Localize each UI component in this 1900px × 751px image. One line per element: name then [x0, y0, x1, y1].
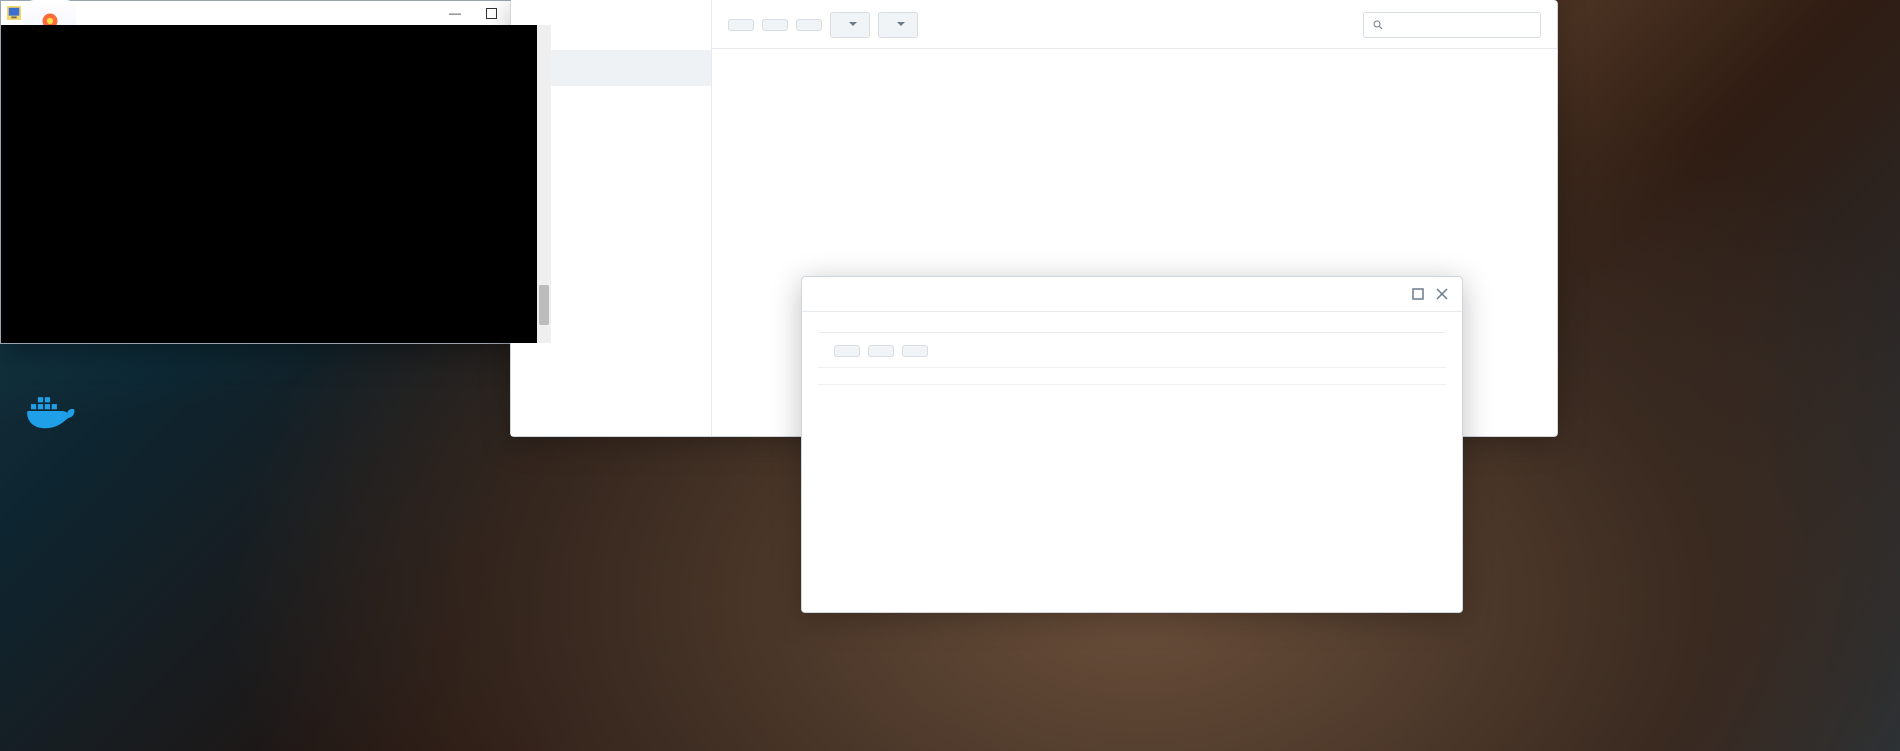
- file-task-monitor-window: [801, 276, 1463, 613]
- minimize-icon[interactable]: —: [437, 2, 473, 24]
- search-box[interactable]: [1363, 12, 1541, 38]
- search-icon: [1372, 18, 1384, 32]
- terminal-scrollbar[interactable]: [537, 25, 551, 343]
- restart-button[interactable]: [902, 345, 928, 357]
- ftm-tabs: [818, 312, 1446, 333]
- desktop: —: [0, 0, 1900, 751]
- details-button[interactable]: [762, 19, 788, 31]
- search-input[interactable]: [1390, 17, 1532, 33]
- remove-button[interactable]: [868, 345, 894, 357]
- action-dropdown[interactable]: [830, 12, 870, 38]
- clear-completed-button[interactable]: [834, 345, 860, 357]
- close-icon[interactable]: [1434, 286, 1450, 302]
- window-titlebar[interactable]: [802, 277, 1462, 312]
- maximize-icon[interactable]: [473, 2, 509, 24]
- terminal-output[interactable]: [1, 25, 551, 343]
- create-button[interactable]: [728, 19, 754, 31]
- ftm-table-header: [818, 368, 1446, 385]
- edit-button[interactable]: [796, 19, 822, 31]
- maximize-icon[interactable]: [1410, 286, 1426, 302]
- docker-whale-icon: [24, 385, 76, 437]
- ftm-toolbar: [818, 333, 1446, 368]
- putty-window: —: [0, 0, 552, 344]
- docker-toolbar: [712, 0, 1557, 49]
- desktop-icon-docker[interactable]: [0, 385, 100, 441]
- settings-dropdown[interactable]: [878, 12, 918, 38]
